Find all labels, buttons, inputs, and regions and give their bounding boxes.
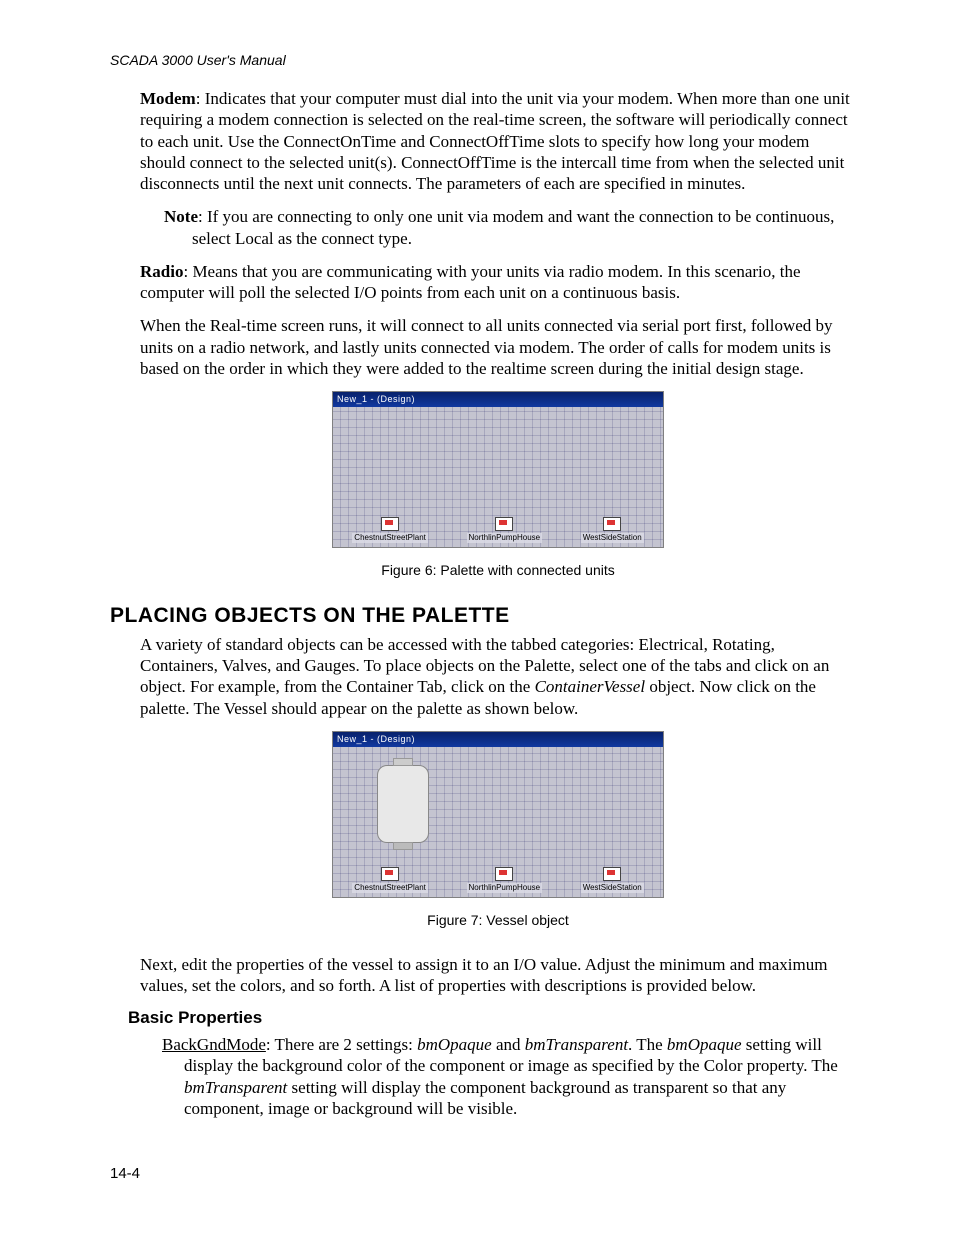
subheading-basic-properties: Basic Properties xyxy=(128,1008,856,1028)
designer-window-2: New_1 - (Design) ChestnutStreetPlant Nor… xyxy=(332,731,664,898)
prop-text-a: : There are 2 settings: xyxy=(266,1035,417,1054)
window-titlebar: New_1 - (Design) xyxy=(333,732,663,747)
label-note: Note xyxy=(164,207,198,226)
page-number: 14-4 xyxy=(110,1165,856,1182)
design-canvas: ChestnutStreetPlant NorthlinPumpHouse We… xyxy=(333,747,663,897)
label-radio: Radio xyxy=(140,262,183,281)
unit-icon xyxy=(495,517,513,531)
unit-item: ChestnutStreetPlant xyxy=(352,867,428,893)
property-name: BackGndMode xyxy=(162,1035,266,1054)
prop-em3: bmOpaque xyxy=(667,1035,742,1054)
unit-icon xyxy=(603,867,621,881)
unit-label: ChestnutStreetPlant xyxy=(352,533,428,543)
text-modem: : Indicates that your computer must dial… xyxy=(140,89,850,193)
page: SCADA 3000 User's Manual Modem: Indicate… xyxy=(0,0,954,1222)
body-text-block: Modem: Indicates that your computer must… xyxy=(140,88,856,580)
unit-icon xyxy=(495,867,513,881)
prop-text-c: . The xyxy=(628,1035,667,1054)
prop-text-b: and xyxy=(492,1035,525,1054)
unit-item: NorthlinPumpHouse xyxy=(467,867,543,893)
paragraph-modem: Modem: Indicates that your computer must… xyxy=(140,88,856,194)
prop-em2: bmTransparent xyxy=(525,1035,628,1054)
unit-icon xyxy=(381,867,399,881)
body-text-block-2: A variety of standard objects can be acc… xyxy=(140,634,856,996)
figure-caption: Figure 6: Palette with connected units xyxy=(140,562,856,580)
window-titlebar: New_1 - (Design) xyxy=(333,392,663,407)
paragraph-placing: A variety of standard objects can be acc… xyxy=(140,634,856,719)
figure-6: New_1 - (Design) ChestnutStreetPlant Nor… xyxy=(140,391,856,580)
paragraph-realtime: When the Real-time screen runs, it will … xyxy=(140,315,856,379)
prop-em1: bmOpaque xyxy=(417,1035,492,1054)
text-note: : If you are connecting to only one unit… xyxy=(192,207,834,247)
unit-label: NorthlinPumpHouse xyxy=(467,533,543,543)
unit-item: WestSideStation xyxy=(581,867,644,893)
unit-row: ChestnutStreetPlant NorthlinPumpHouse We… xyxy=(333,517,663,543)
unit-icon xyxy=(381,517,399,531)
property-block: BackGndMode: There are 2 settings: bmOpa… xyxy=(162,1034,856,1119)
section-heading-placing: PLACING OBJECTS ON THE PALETTE xyxy=(110,604,856,628)
unit-label: WestSideStation xyxy=(581,883,644,893)
unit-item: ChestnutStreetPlant xyxy=(352,517,428,543)
design-canvas: ChestnutStreetPlant NorthlinPumpHouse We… xyxy=(333,407,663,547)
unit-row: ChestnutStreetPlant NorthlinPumpHouse We… xyxy=(333,867,663,893)
vessel-object xyxy=(377,765,429,843)
text-radio: : Means that you are communicating with … xyxy=(140,262,801,302)
unit-item: NorthlinPumpHouse xyxy=(467,517,543,543)
paragraph-radio: Radio: Means that you are communicating … xyxy=(140,261,856,304)
paragraph-next: Next, edit the properties of the vessel … xyxy=(140,954,856,997)
unit-item: WestSideStation xyxy=(581,517,644,543)
emph-containervessel: ContainerVessel xyxy=(535,677,646,696)
note-block: Note: If you are connecting to only one … xyxy=(164,206,856,249)
prop-em4: bmTransparent xyxy=(184,1078,287,1097)
unit-icon xyxy=(603,517,621,531)
figure-caption: Figure 7: Vessel object xyxy=(140,912,856,930)
unit-label: NorthlinPumpHouse xyxy=(467,883,543,893)
designer-window-1: New_1 - (Design) ChestnutStreetPlant Nor… xyxy=(332,391,664,548)
unit-label: WestSideStation xyxy=(581,533,644,543)
unit-label: ChestnutStreetPlant xyxy=(352,883,428,893)
label-modem: Modem xyxy=(140,89,196,108)
figure-7: New_1 - (Design) ChestnutStreetPlant Nor… xyxy=(140,731,856,930)
property-backgndmode: BackGndMode: There are 2 settings: bmOpa… xyxy=(162,1034,856,1119)
running-header: SCADA 3000 User's Manual xyxy=(110,52,856,68)
